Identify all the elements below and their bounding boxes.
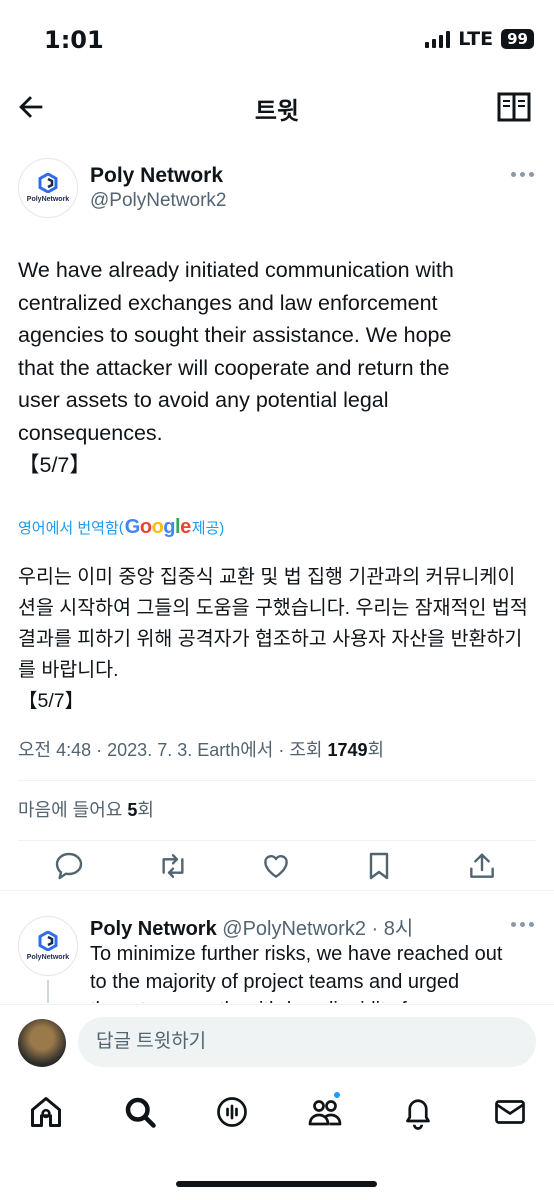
reply-icon[interactable] [53, 850, 85, 882]
reply-author-name[interactable]: Poly Network [90, 918, 217, 940]
home-indicator [176, 1181, 377, 1187]
spaces-icon[interactable] [214, 1094, 250, 1130]
signal-icon [425, 30, 451, 48]
author-name[interactable]: Poly Network [90, 164, 223, 188]
view-count: 1749 [327, 740, 368, 760]
translated-suffix: 제공) [191, 520, 225, 537]
divider [18, 840, 536, 841]
more-options-icon[interactable] [511, 172, 534, 177]
avatar-logo-text: PolyNetwork [26, 954, 70, 961]
avatar-logo-text: PolyNetwork [26, 196, 70, 203]
avatar[interactable]: PolyNetwork [18, 916, 78, 976]
author-handle[interactable]: @PolyNetwork2 [90, 190, 227, 212]
poly-network-logo-icon [38, 173, 58, 193]
reply-input[interactable]: 답글 트윗하기 [78, 1017, 536, 1067]
more-options-icon[interactable] [511, 922, 534, 927]
avatar[interactable] [18, 1019, 66, 1067]
page-title: 트윗 [254, 97, 300, 125]
likes-prefix: 마음에 들어요 [18, 800, 128, 820]
avatar[interactable]: PolyNetwork [18, 158, 78, 218]
likes-suffix: 회 [137, 800, 154, 820]
status-indicators: LTE 99 [425, 28, 534, 50]
search-icon[interactable] [122, 1094, 158, 1130]
likes-line[interactable]: 마음에 들어요 5회 [18, 796, 154, 822]
reader-mode-icon[interactable] [496, 90, 532, 124]
tweet-timestamp: 오전 4:48 · 2023. 7. 3. Earth에서 · 조회 [18, 740, 328, 760]
divider [0, 890, 554, 891]
heart-icon[interactable] [260, 850, 292, 882]
top-header: 트윗 [0, 82, 554, 132]
status-time: 1:01 [44, 26, 104, 54]
communities-icon[interactable] [307, 1094, 343, 1130]
mail-icon[interactable] [492, 1094, 528, 1130]
reply-tweet[interactable]: PolyNetwork Poly Network @PolyNetwork2 ·… [0, 898, 554, 1003]
tweet-meta: 오전 4:48 · 2023. 7. 3. Earth에서 · 조회 1749회 [18, 736, 384, 762]
retweet-icon[interactable] [157, 850, 189, 882]
reply-text: To minimize further risks, we have reach… [90, 943, 503, 1003]
translated-prefix: 영어에서 번역함 [18, 520, 119, 537]
google-logo: Google [124, 516, 191, 538]
reply-meta: @PolyNetwork2 · 8시 [216, 918, 414, 940]
tweet-actions [0, 844, 554, 892]
reply-header: Poly Network @PolyNetwork2 · 8시 [90, 912, 413, 941]
view-count-suffix: 회 [367, 740, 385, 760]
status-bar: 1:01 LTE 99 [0, 0, 554, 80]
bell-icon[interactable] [400, 1094, 436, 1130]
poly-network-logo-icon [38, 931, 58, 951]
share-icon[interactable] [466, 850, 498, 882]
bookmark-icon[interactable] [363, 850, 395, 882]
thread-line [47, 980, 49, 1003]
reply-composer: 답글 트윗하기 [0, 1004, 554, 1076]
battery-icon: 99 [501, 29, 534, 49]
translation-text: 우리는 이미 중앙 집중식 교환 및 법 집행 기관과의 커뮤니케이 션을 시작… [18, 566, 528, 712]
home-icon[interactable] [28, 1094, 64, 1130]
notification-dot [333, 1091, 341, 1099]
translated-by-link[interactable]: 영어에서 번역함 ( Google 제공) [18, 516, 224, 539]
like-count: 5 [127, 800, 138, 820]
network-label: LTE [458, 28, 494, 50]
divider [18, 780, 536, 781]
tweet-text: We have already initiated communication … [18, 258, 454, 477]
